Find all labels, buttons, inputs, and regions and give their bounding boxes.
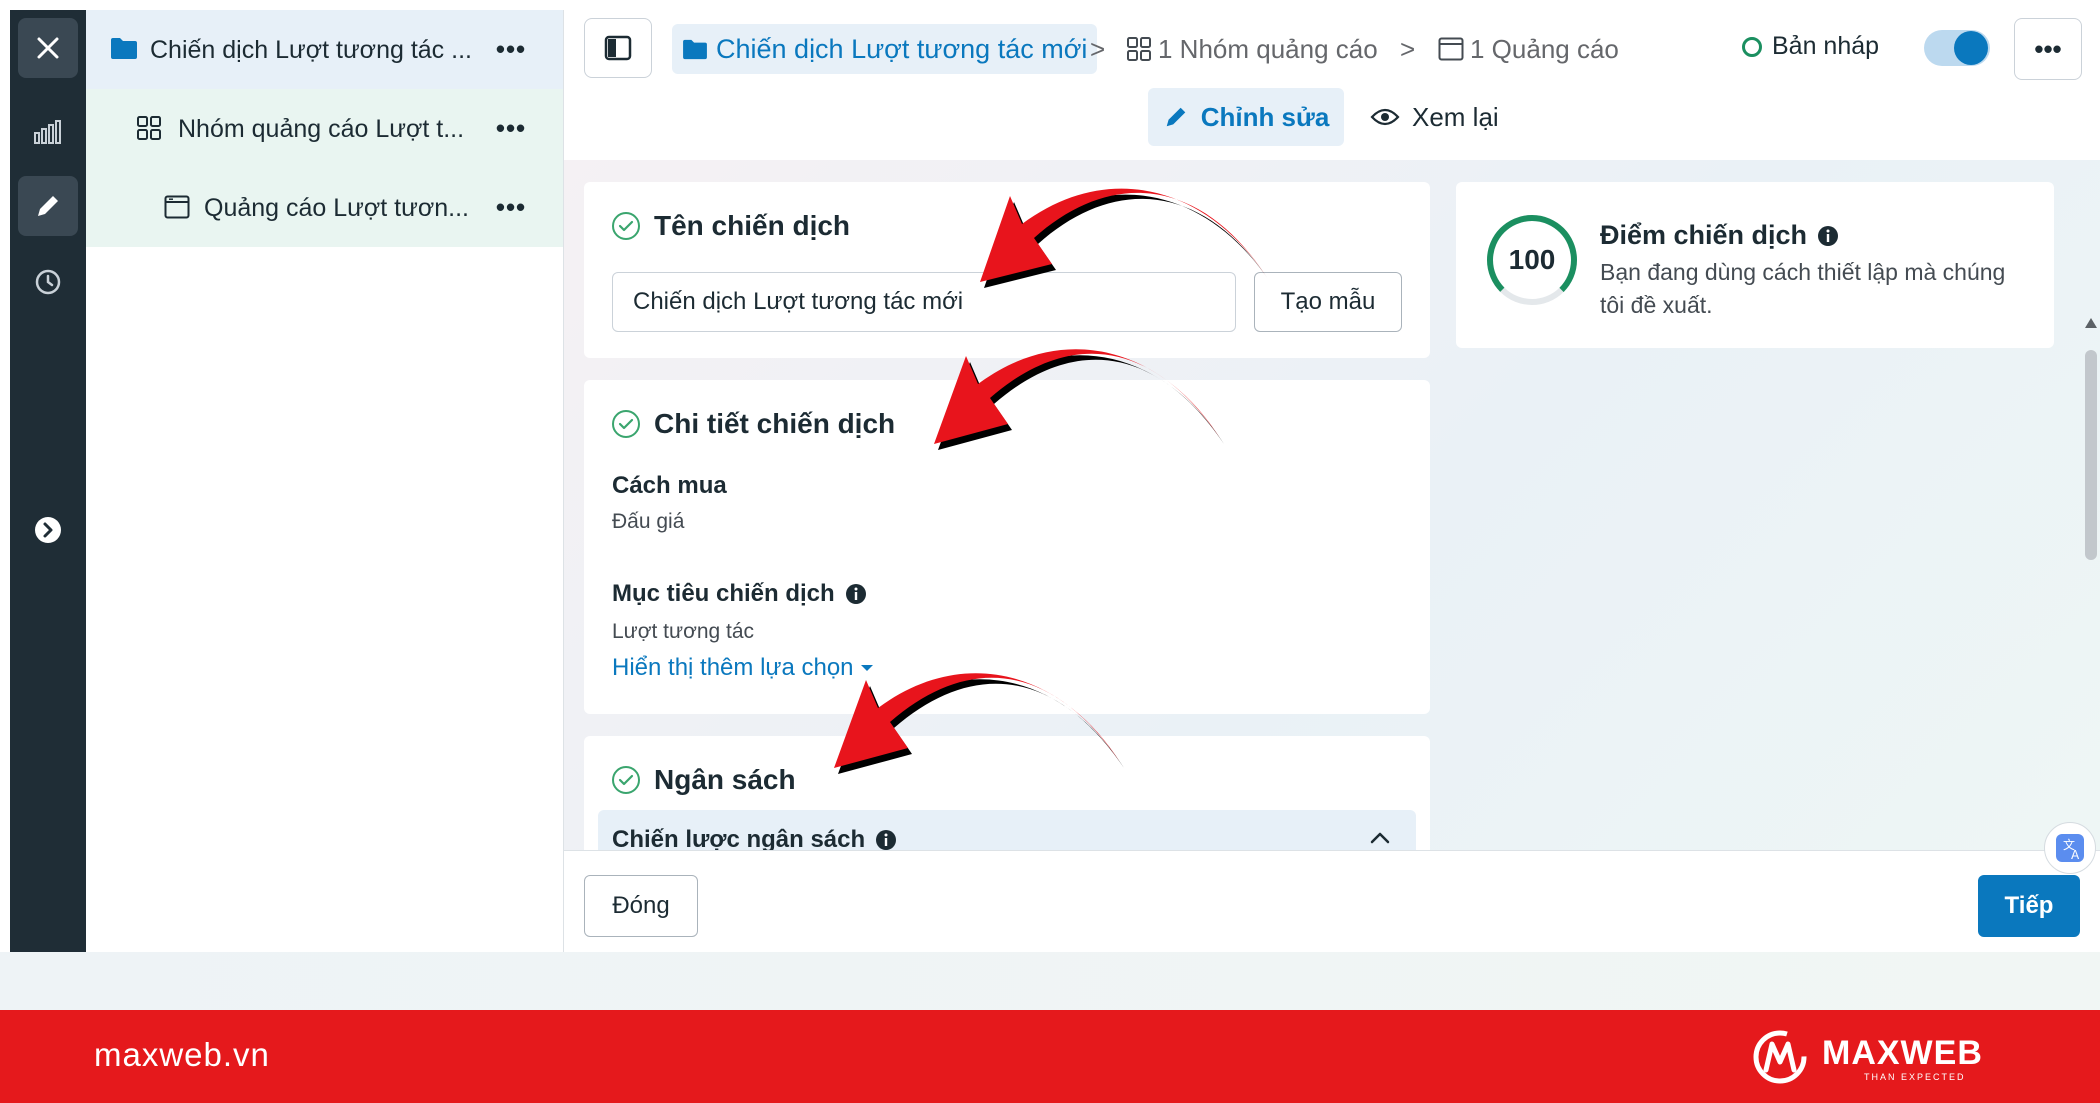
create-template-button[interactable]: Tạo mẫu [1254,272,1402,332]
translate-icon[interactable]: 文A [2044,822,2096,874]
tree-item-ad[interactable]: Quảng cáo Lượt tươn... ••• [86,168,563,247]
buying-type-label: Cách mua [612,472,727,499]
tree-item-campaign[interactable]: Chiến dịch Lượt tương tác ... ••• [86,10,563,89]
folder-icon [683,39,707,60]
breadcrumb-ad-label: 1 Quảng cáo [1470,33,1619,64]
campaign-name-input[interactable]: Chiến dịch Lượt tương tác mới [612,272,1236,332]
more-options-icon[interactable]: ••• [495,192,527,222]
check-circle-icon [612,410,640,438]
objective-label-text: Mục tiêu chiến dịch [612,580,835,607]
brand-footer: maxweb.vn MAXWEB THAN EXPECTED [0,1010,2100,1103]
tree-item-label: Nhóm quảng cáo Lượt t... [178,115,465,143]
budget-title: Ngân sách [654,764,796,795]
brand-url[interactable]: maxweb.vn [94,1036,270,1074]
budget-card: Ngân sách Chiến lược ngân sách [584,736,1430,850]
grid-icon [136,115,162,146]
next-button[interactable]: Tiếp [1978,875,2080,937]
campaign-details-card: Chi tiết chiến dịch Cách mua Đấu giá Mục… [584,380,1430,714]
campaign-name-card: Tên chiến dịch Chiến dịch Lượt tương tác… [584,182,1430,358]
breadcrumb-campaign[interactable]: Chiến dịch Lượt tương tác mới [672,24,1098,74]
ad-frame-icon [1438,37,1464,61]
card-title: Tên chiến dịch [612,210,850,242]
chevron-right-icon: > [1090,34,1106,64]
caret-down-icon [860,665,873,671]
budget-strategy-text: Chiến lược ngân sách [612,826,866,850]
tab-edit[interactable]: Chỉnh sửa [1148,88,1344,146]
tab-edit-label: Chỉnh sửa [1200,101,1330,132]
draft-status-label: Bản nháp [1772,32,1880,60]
budget-strategy-label: Chiến lược ngân sách [612,826,897,850]
panel-toggle-button[interactable] [584,18,652,78]
eye-icon [1370,108,1400,126]
breadcrumb-ad[interactable]: 1 Quảng cáo [1438,24,1619,74]
campaign-name-title: Tên chiến dịch [654,210,851,241]
pencil-icon [1166,107,1185,127]
more-menu-button[interactable]: ••• [2014,18,2082,80]
show-more-options-link[interactable]: Hiển thị thêm lựa chọn [612,654,874,682]
tree-item-adset[interactable]: Nhóm quảng cáo Lượt t... ••• [86,89,563,168]
page-background-strip [0,952,2100,1010]
score-title-text: Điểm chiến dịch [1600,220,1808,250]
tab-review-label: Xem lại [1412,101,1499,132]
objective-label: Mục tiêu chiến dịch [612,580,867,608]
toggle-knob [1954,31,1988,65]
folder-icon [110,36,138,65]
info-icon[interactable] [1817,225,1839,247]
status-dot-icon [1742,36,1762,57]
chevron-right-circle-icon[interactable] [18,500,78,560]
breadcrumb-adset[interactable]: 1 Nhóm quảng cáo [1126,24,1378,74]
more-options-icon[interactable]: ••• [495,113,527,143]
score-value: 100 [1508,244,1556,275]
tab-review[interactable]: Xem lại [1370,88,1499,146]
scrollbar[interactable] [2082,160,2100,850]
show-more-options-label: Hiển thị thêm lựa chọn [612,654,854,681]
buying-type-value: Đấu giá [612,510,685,533]
svg-text:A: A [2071,848,2080,862]
breadcrumb-campaign-label: Chiến dịch Lượt tương tác mới [716,33,1088,64]
editor-main: Chiến dịch Lượt tương tác mới > 1 Nhóm q… [564,10,2100,952]
check-circle-icon [612,766,640,794]
scroll-up-icon[interactable] [2085,318,2097,328]
campaign-tree: Chiến dịch Lượt tương tác ... ••• Nhóm q… [86,10,564,952]
grid-icon [1127,37,1151,61]
pencil-icon[interactable] [18,176,78,236]
info-icon[interactable] [875,829,897,850]
card-title: Chi tiết chiến dịch [612,408,895,440]
editor-topbar: Chiến dịch Lượt tương tác mới > 1 Nhóm q… [564,10,2100,160]
objective-value: Lượt tương tác [612,620,755,643]
brand-tagline: THAN EXPECTED [1864,1072,1966,1082]
navigation-rail [10,10,86,952]
draft-status: Bản nháp [1742,32,1879,61]
chevron-right-icon: > [1400,34,1416,64]
brand-name: MAXWEB [1822,1034,1983,1072]
campaign-score-card: 100 Điểm chiến dịch Bạn đang dùng cách t… [1456,182,2054,348]
sidebar-toggle-icon [604,35,632,61]
scrollbar-thumb[interactable] [2085,350,2097,560]
tree-item-label: Quảng cáo Lượt tươn... [204,194,470,222]
close-button[interactable]: Đóng [584,875,698,937]
close-icon[interactable] [18,18,78,78]
info-icon[interactable] [845,583,867,605]
score-description: Bạn đang dùng cách thiết lập mà chúng tô… [1600,259,2006,318]
screenshot: Chiến dịch Lượt tương tác ... ••• Nhóm q… [0,0,2100,1103]
clock-icon[interactable] [18,252,78,312]
more-options-icon[interactable]: ••• [495,34,527,64]
campaign-details-title: Chi tiết chiến dịch [654,408,896,439]
ad-frame-icon [164,195,190,224]
check-circle-icon [612,212,640,240]
draft-toggle[interactable] [1924,30,1990,66]
card-title: Ngân sách [612,764,796,796]
editor-footer: Đóng Tiếp [564,850,2100,952]
breadcrumb-adset-label: 1 Nhóm quảng cáo [1158,33,1378,64]
chevron-up-icon[interactable] [1370,832,1390,844]
tree-item-label: Chiến dịch Lượt tương tác ... [150,36,472,64]
budget-strategy-section[interactable]: Chiến lược ngân sách [598,810,1416,850]
bar-chart-icon[interactable] [18,102,78,162]
editor-content: Tên chiến dịch Chiến dịch Lượt tương tác… [564,160,2100,850]
score-title: Điểm chiến dịch [1600,220,1839,251]
